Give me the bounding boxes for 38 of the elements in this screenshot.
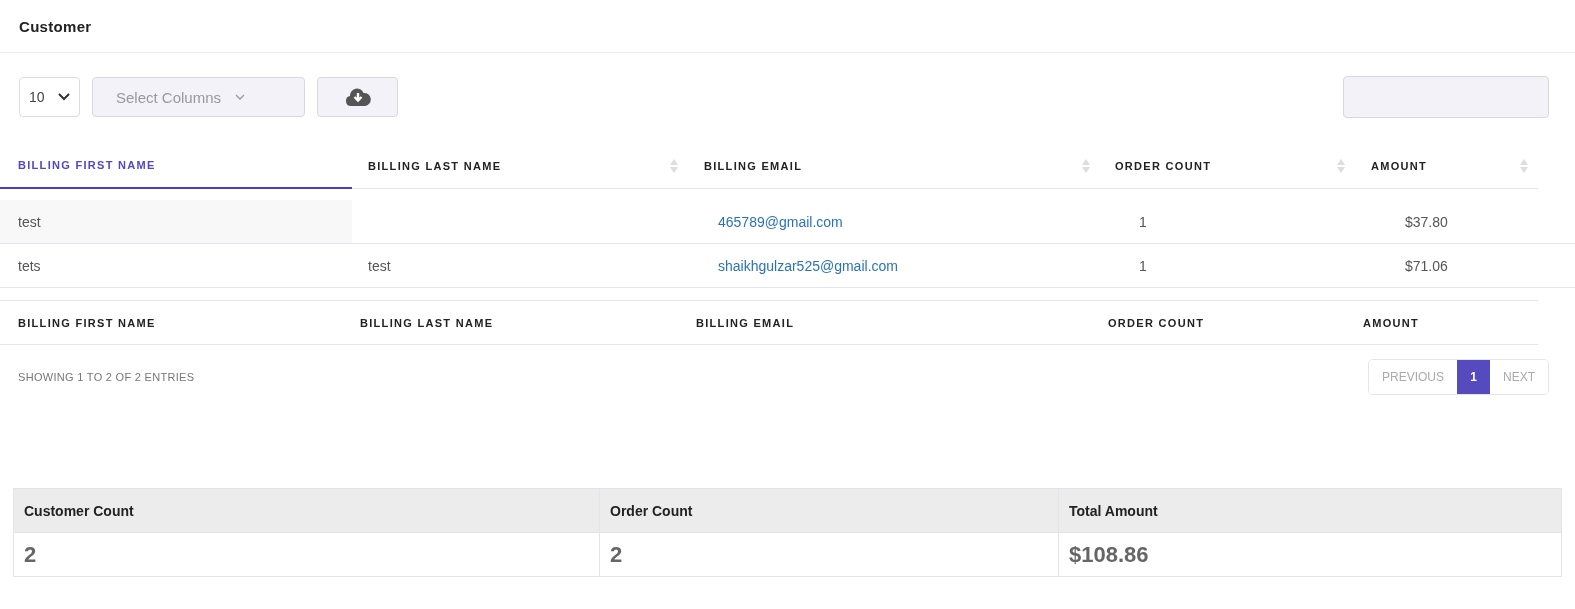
summary-value: 2 [24,541,37,568]
table-cell: 1 [1139,213,1147,230]
sort-icon [1337,157,1345,174]
page-length-select[interactable]: 10 [19,77,80,117]
cloud-download-icon [344,87,371,107]
column-footer: BILLING FIRST NAME [18,316,156,329]
search-field[interactable] [1343,76,1549,118]
chevron-down-icon [58,93,70,101]
page-title: Customer [19,17,92,35]
column-header[interactable]: BILLING EMAIL [688,143,1100,188]
column-footer: BILLING EMAIL [696,316,795,329]
column-header[interactable]: BILLING LAST NAME [352,143,688,188]
email-link[interactable]: 465789@gmail.com [718,213,843,230]
summary-value: $108.86 [1069,541,1149,568]
sort-icon [1520,157,1528,174]
summary-value: 2 [610,541,623,568]
column-header[interactable]: BILLING FIRST NAME [0,143,352,189]
page-button[interactable]: 1 [1457,360,1490,394]
column-header[interactable]: ORDER COUNT [1100,143,1355,188]
sort-icon [670,157,678,174]
column-footer: ORDER COUNT [1108,316,1205,329]
chevron-down-icon [235,94,246,100]
table-cell: test [18,213,41,230]
column-header[interactable]: AMOUNT [1355,143,1538,188]
column-footer: AMOUNT [1363,316,1420,329]
column-footer: BILLING LAST NAME [360,316,494,329]
summary-label: Total Amount [1069,502,1158,519]
table-cell: $71.06 [1405,257,1448,274]
table-cell: test [368,257,391,274]
summary-label: Customer Count [24,502,134,519]
sort-icon [1082,157,1090,174]
table-cell: tets [18,257,41,274]
summary-label: Order Count [610,502,693,519]
download-button[interactable] [317,77,398,117]
table-cell: $37.80 [1405,213,1448,230]
entries-info: SHOWING 1 TO 2 OF 2 ENTRIES [18,371,195,383]
table-cell: 1 [1139,257,1147,274]
email-link[interactable]: shaikhgulzar525@gmail.com [718,257,898,274]
